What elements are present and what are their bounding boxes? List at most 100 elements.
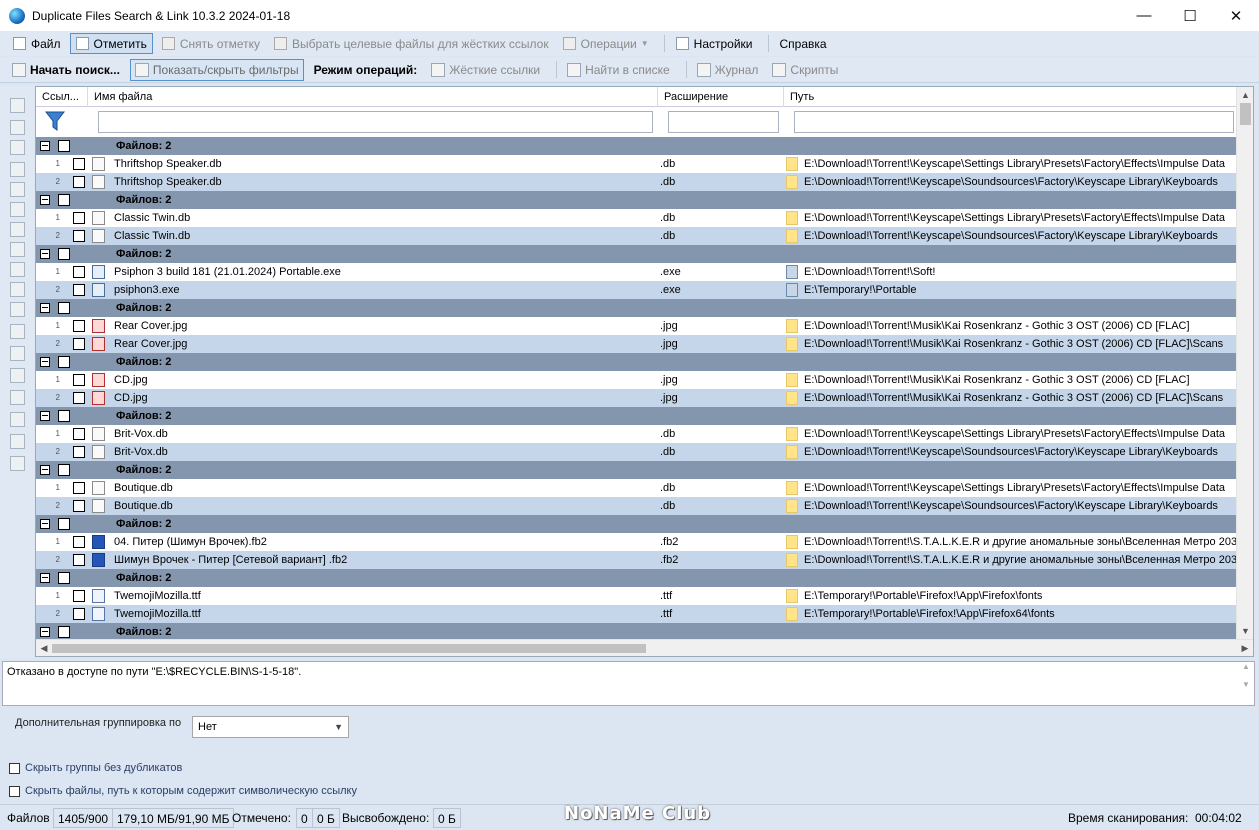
hard-links-dropdown[interactable]: Жёсткие ссылки (427, 59, 544, 81)
group-row[interactable]: Файлов: 2 (36, 299, 1236, 317)
group-checkbox[interactable] (58, 572, 70, 584)
select-targets-button[interactable]: Выбрать целевые файлы для жёстких ссылок (269, 33, 554, 54)
collapse-toggle-icon[interactable] (40, 627, 50, 637)
group-row[interactable]: Файлов: 2 (36, 137, 1236, 155)
column-header-path[interactable]: Путь (784, 87, 1236, 107)
file-checkbox[interactable] (73, 590, 85, 602)
file-checkbox[interactable] (73, 428, 85, 440)
copy-all-icon[interactable] (10, 140, 25, 155)
start-search-button[interactable]: Начать поиск... (8, 59, 124, 81)
collapse-toggle-icon[interactable] (40, 519, 50, 529)
file-checkbox[interactable] (73, 320, 85, 332)
collapse-toggle-icon[interactable] (40, 411, 50, 421)
log-panel[interactable]: Отказано в доступе по пути "E:\$RECYCLE.… (2, 661, 1255, 706)
scroll-left-icon[interactable]: ◀ (36, 640, 52, 656)
file-checkbox[interactable] (73, 392, 85, 404)
file-row[interactable]: 2 Rear Cover.jpg .jpg E:\Download!\Torrent!… (36, 335, 1236, 353)
hide-symlink-label[interactable]: Скрыть файлы, путь к которым содержит си… (25, 785, 357, 797)
extension-filter-input[interactable] (668, 111, 779, 133)
extra-grouping-select[interactable]: Нет ▼ (192, 716, 349, 738)
operations-menu[interactable]: Операции ▼ (558, 33, 654, 54)
file-row[interactable]: 1 Brit-Vox.db .db E:\Download!\Torrent!\Key… (36, 425, 1236, 443)
group-row[interactable]: Файлов: 2 (36, 515, 1236, 533)
column-header-links[interactable]: Ссыл... (36, 87, 88, 107)
abc-icon[interactable] (10, 162, 25, 177)
file-row[interactable]: 1 Thriftshop Speaker.db .db E:\Download!\To… (36, 155, 1236, 173)
file-row[interactable]: 1 04. Питер (Шимун Врочек).fb2 .fb2 E:\Down… (36, 533, 1236, 551)
file-checkbox[interactable] (73, 554, 85, 566)
hide-symlink-checkbox[interactable] (9, 786, 20, 797)
file-row[interactable]: 1 Psiphon 3 build 181 (21.01.2024) Portab… (36, 263, 1236, 281)
file-row[interactable]: 1 Classic Twin.db .db E:\Download!\Torrent!… (36, 209, 1236, 227)
file-row[interactable]: 2 Thriftshop Speaker.db .db E:\Download!\To… (36, 173, 1236, 191)
select-icon[interactable] (10, 182, 25, 197)
file-row[interactable]: 1 Rear Cover.jpg .jpg E:\Download!\Torrent!… (36, 317, 1236, 335)
group-checkbox[interactable] (58, 626, 70, 638)
file-checkbox[interactable] (73, 212, 85, 224)
group-checkbox[interactable] (58, 464, 70, 476)
minimize-button[interactable]: — (1121, 0, 1167, 31)
file-row[interactable]: 1 Boutique.db .db E:\Download!\Torrent!\Key… (36, 479, 1236, 497)
group-checkbox[interactable] (58, 302, 70, 314)
file-checkbox[interactable] (73, 446, 85, 458)
group-checkbox[interactable] (58, 194, 70, 206)
mark-button[interactable]: Отметить (69, 33, 153, 54)
sort-icon[interactable] (10, 390, 25, 405)
grid-icon[interactable] (10, 456, 25, 471)
file-checkbox[interactable] (73, 266, 85, 278)
column-header-filename[interactable]: Имя файла (88, 87, 658, 107)
horizontal-scrollbar[interactable]: ◀ ▶ (36, 639, 1253, 656)
filter-group-icon[interactable] (10, 368, 25, 383)
file-checkbox[interactable] (73, 338, 85, 350)
file-checkbox[interactable] (73, 176, 85, 188)
collapse-toggle-icon[interactable] (40, 249, 50, 259)
hide-groups-label[interactable]: Скрыть группы без дубликатов (25, 762, 182, 774)
collapse-toggle-icon[interactable] (40, 303, 50, 313)
file-row[interactable]: 2 Шимун Врочек - Питер [Сетевой вариант] … (36, 551, 1236, 569)
collapse-toggle-icon[interactable] (40, 573, 50, 583)
file-checkbox[interactable] (73, 536, 85, 548)
scroll-right-icon[interactable]: ▶ (1237, 640, 1253, 656)
file-checkbox[interactable] (73, 230, 85, 242)
group-row[interactable]: Файлов: 2 (36, 353, 1236, 371)
group-row[interactable]: Файлов: 2 (36, 191, 1236, 209)
file-row[interactable]: 2 Boutique.db .db E:\Download!\Torrent!\Key… (36, 497, 1236, 515)
collapse-toggle-icon[interactable] (40, 465, 50, 475)
file-row[interactable]: 2 Classic Twin.db .db E:\Download!\Torrent!… (36, 227, 1236, 245)
group-checkbox[interactable] (58, 518, 70, 530)
file-row[interactable]: 1 TwemojiMozilla.ttf .ttf E:\Temporary!\Por… (36, 587, 1236, 605)
recycle-icon[interactable] (10, 262, 25, 277)
scroll-up-icon[interactable]: ▲ (1237, 87, 1253, 103)
copy-icon[interactable] (10, 120, 25, 135)
vertical-scrollbar[interactable]: ▲ ▼ (1236, 87, 1253, 639)
path-filter-input[interactable] (794, 111, 1234, 133)
delete-icon[interactable] (10, 242, 25, 257)
settings-menu[interactable]: Настройки (671, 33, 758, 54)
funnel-icon[interactable] (45, 110, 65, 132)
collapse-toggle-icon[interactable] (40, 195, 50, 205)
lz-icon[interactable] (10, 302, 25, 317)
file-row[interactable]: 2 TwemojiMozilla.ttf .ttf E:\Temporary!\Por… (36, 605, 1236, 623)
journal-button[interactable]: Журнал (693, 59, 763, 81)
group-row[interactable]: Файлов: 2 (36, 245, 1236, 263)
find-in-list-button[interactable]: Найти в списке (563, 59, 674, 81)
menu-file[interactable]: Файл (8, 33, 66, 54)
file-checkbox[interactable] (73, 158, 85, 170)
collapse-toggle-icon[interactable] (40, 357, 50, 367)
file-row[interactable]: 1 CD.jpg .jpg E:\Download!\Torrent!\Musik\K… (36, 371, 1236, 389)
collapse-toggle-icon[interactable] (40, 141, 50, 151)
file-checkbox[interactable] (73, 284, 85, 296)
file-row[interactable]: 2 Brit-Vox.db .db E:\Download!\Torrent!\Key… (36, 443, 1236, 461)
group-checkbox[interactable] (58, 410, 70, 422)
group-row[interactable]: Файлов: 2 (36, 461, 1236, 479)
maximize-button[interactable]: ☐ (1167, 0, 1213, 31)
scroll-thumb[interactable] (1240, 103, 1251, 125)
filename-filter-input[interactable] (98, 111, 653, 133)
file-checkbox[interactable] (73, 374, 85, 386)
file-checkbox[interactable] (73, 500, 85, 512)
hide-groups-checkbox[interactable] (9, 763, 20, 774)
file-row[interactable]: 2 CD.jpg .jpg E:\Download!\Torrent!\Musik\K… (36, 389, 1236, 407)
help-menu[interactable]: Справка (775, 33, 832, 54)
column-header-extension[interactable]: Расширение (658, 87, 784, 107)
group-row[interactable]: Файлов: 2 (36, 407, 1236, 425)
